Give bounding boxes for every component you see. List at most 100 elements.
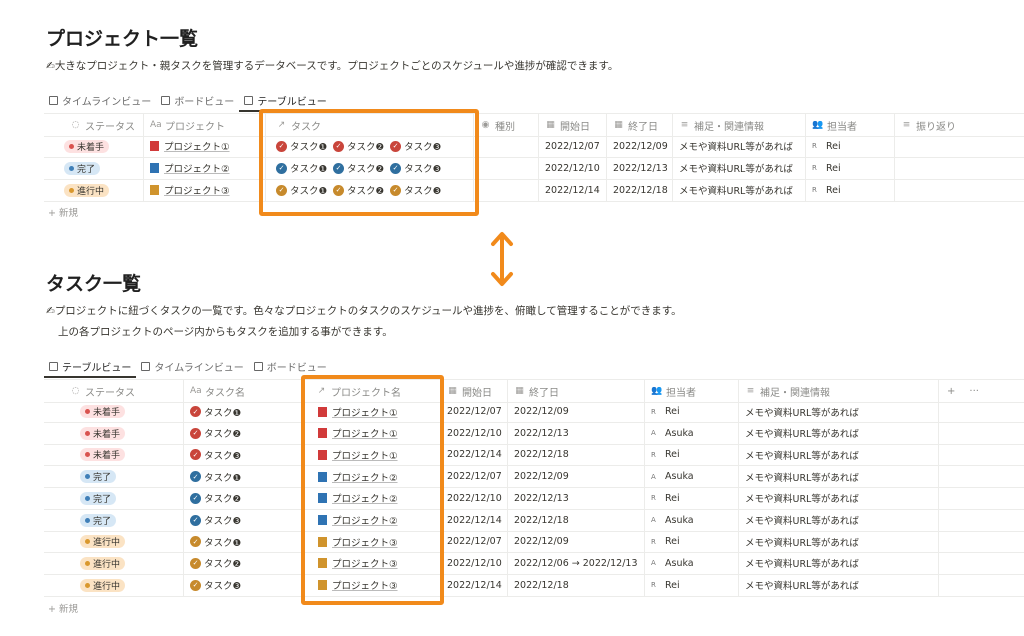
type-cell[interactable]	[474, 135, 539, 157]
review-cell[interactable]	[895, 179, 1024, 201]
task-link[interactable]: ✓ タスク❸	[190, 448, 241, 462]
owner-chip[interactable]: A Asuka	[651, 428, 694, 439]
column-review[interactable]: ≡ 振り返り	[895, 114, 1024, 136]
note-cell[interactable]: メモや資料URL等があれば	[739, 466, 939, 488]
column-owner[interactable]: 👥 担当者	[806, 114, 895, 136]
start-date[interactable]: 2022/12/10	[441, 422, 508, 444]
end-date[interactable]: 2022/12/09	[607, 135, 673, 157]
owner-chip[interactable]: R Rei	[812, 163, 841, 174]
task-link[interactable]: ✓ タスク❸	[190, 578, 241, 592]
table-row[interactable]: 未着手 プロジェクト① ✓ タスク❶ ✓ タスク❷ ✓ タスク❸ 2022/12/07…	[44, 135, 1024, 158]
column-owner[interactable]: 👥 担当者	[645, 380, 739, 402]
column-status[interactable]: ◌ ステータス	[44, 380, 184, 402]
status-badge[interactable]: 完了	[80, 513, 117, 527]
status-badge[interactable]: 完了	[64, 161, 101, 175]
note-cell[interactable]: メモや資料URL等があれば	[739, 509, 939, 531]
table-row[interactable]: 完了 プロジェクト② ✓ タスク❶ ✓ タスク❷ ✓ タスク❸ 2022/12/10 …	[44, 157, 1024, 180]
owner-chip[interactable]: A Asuka	[651, 471, 694, 482]
note-cell[interactable]: メモや資料URL等があれば	[739, 574, 939, 596]
column-note[interactable]: ≡ 補足・関連情報	[739, 380, 939, 402]
tab-board[interactable]: ボードビュー	[249, 356, 332, 376]
table-row[interactable]: 未着手 ✓ タスク❷ プロジェクト① 2022/12/10 2022/12/13 A Asuk…	[44, 422, 1024, 445]
status-badge[interactable]: 進行中	[64, 183, 110, 197]
tab-timeline[interactable]: タイムラインビュー	[136, 356, 248, 376]
table-row[interactable]: 進行中 ✓ タスク❸ プロジェクト③ 2022/12/14 2022/12/18 R Rei メ…	[44, 574, 1024, 597]
add-column-button[interactable]: +	[947, 386, 955, 397]
new-row-button[interactable]: + 新規	[48, 601, 78, 615]
type-cell[interactable]	[474, 157, 539, 179]
status-badge[interactable]: 未着手	[80, 448, 126, 462]
owner-chip[interactable]: A Asuka	[651, 515, 694, 526]
status-badge[interactable]: 未着手	[64, 139, 110, 153]
end-date[interactable]: 2022/12/13	[607, 157, 673, 179]
status-badge[interactable]: 未着手	[80, 405, 126, 418]
owner-chip[interactable]: R Rei	[651, 493, 680, 504]
start-date[interactable]: 2022/12/07	[441, 466, 508, 488]
start-date[interactable]: 2022/12/10	[441, 487, 508, 509]
note-cell[interactable]: メモや資料URL等があれば	[739, 531, 939, 553]
column-end[interactable]: ▦ 終了日	[607, 114, 673, 136]
start-date[interactable]: 2022/12/07	[441, 531, 508, 553]
review-cell[interactable]	[895, 135, 1024, 157]
owner-chip[interactable]: A Asuka	[651, 558, 694, 569]
status-badge[interactable]: 未着手	[80, 426, 126, 440]
table-row[interactable]: 進行中 ✓ タスク❶ プロジェクト③ 2022/12/07 2022/12/09 R Rei メ…	[44, 531, 1024, 554]
project-link[interactable]: プロジェクト①	[164, 139, 230, 153]
owner-chip[interactable]: R Rei	[651, 536, 680, 547]
column-status[interactable]: ◌ ステータス	[44, 114, 144, 136]
note-cell[interactable]: メモや資料URL等があれば	[739, 401, 939, 422]
task-link[interactable]: ✓ タスク❸	[190, 513, 241, 527]
column-note[interactable]: ≡ 補足・関連情報	[673, 114, 806, 136]
note-cell[interactable]: メモや資料URL等があれば	[673, 135, 806, 157]
end-date[interactable]: 2022/12/13	[508, 487, 645, 509]
start-date[interactable]: 2022/12/07	[539, 135, 607, 157]
end-date[interactable]: 2022/12/09	[508, 401, 645, 422]
table-row[interactable]: 進行中 プロジェクト③ ✓ タスク❶ ✓ タスク❷ ✓ タスク❸ 2022/12/14…	[44, 179, 1024, 202]
review-cell[interactable]	[895, 157, 1024, 179]
task-link[interactable]: ✓ タスク❶	[190, 470, 241, 484]
task-link[interactable]: ✓ タスク❶	[190, 405, 241, 419]
column-start[interactable]: ▦ 開始日	[539, 114, 607, 136]
task-link[interactable]: ✓ タスク❶	[190, 535, 241, 549]
status-badge[interactable]: 完了	[80, 470, 117, 484]
table-row[interactable]: 進行中 ✓ タスク❷ プロジェクト③ 2022/12/10 2022/12/06 → 20…	[44, 552, 1024, 575]
end-date[interactable]: 2022/12/18	[607, 179, 673, 201]
start-date[interactable]: 2022/12/14	[441, 574, 508, 596]
end-date[interactable]: 2022/12/06 → 2022/12/13	[508, 552, 645, 574]
column-project[interactable]: Aa プロジェクト	[144, 114, 266, 136]
table-row[interactable]: 完了 ✓ タスク❷ プロジェクト② 2022/12/10 2022/12/13 R Rei メモ…	[44, 487, 1024, 510]
task-link[interactable]: ✓ タスク❷	[190, 491, 241, 505]
start-date[interactable]: 2022/12/14	[539, 179, 607, 201]
note-cell[interactable]: メモや資料URL等があれば	[739, 422, 939, 444]
start-date[interactable]: 2022/12/14	[441, 509, 508, 531]
status-badge[interactable]: 進行中	[80, 578, 126, 592]
start-date[interactable]: 2022/12/14	[441, 444, 508, 466]
tab-board[interactable]: ボードビュー	[156, 90, 239, 110]
end-date[interactable]: 2022/12/13	[508, 422, 645, 444]
note-cell[interactable]: メモや資料URL等があれば	[739, 552, 939, 574]
end-date[interactable]: 2022/12/09	[508, 531, 645, 553]
column-type[interactable]: ◉ 種別	[474, 114, 539, 136]
table-row[interactable]: 未着手 ✓ タスク❸ プロジェクト① 2022/12/14 2022/12/18 R Rei メ…	[44, 444, 1024, 467]
project-link[interactable]: プロジェクト③	[164, 183, 230, 197]
column-task-name[interactable]: Aa タスク名	[184, 380, 302, 402]
start-date[interactable]: 2022/12/07	[441, 401, 508, 422]
note-cell[interactable]: メモや資料URL等があれば	[673, 179, 806, 201]
note-cell[interactable]: メモや資料URL等があれば	[673, 157, 806, 179]
end-date[interactable]: 2022/12/18	[508, 509, 645, 531]
project-link[interactable]: プロジェクト②	[164, 161, 230, 175]
table-row[interactable]: 未着手 ✓ タスク❶ プロジェクト① 2022/12/07 2022/12/09 R Rei メ…	[44, 401, 1024, 423]
tab-timeline[interactable]: タイムラインビュー	[44, 90, 156, 110]
start-date[interactable]: 2022/12/10	[441, 552, 508, 574]
note-cell[interactable]: メモや資料URL等があれば	[739, 487, 939, 509]
status-badge[interactable]: 進行中	[80, 556, 126, 570]
owner-chip[interactable]: R Rei	[812, 185, 841, 196]
task-link[interactable]: ✓ タスク❷	[190, 556, 241, 570]
owner-chip[interactable]: R Rei	[651, 406, 680, 417]
tab-table[interactable]: テーブルビュー	[44, 356, 137, 378]
table-row[interactable]: 完了 ✓ タスク❸ プロジェクト② 2022/12/14 2022/12/18 A Asuka…	[44, 509, 1024, 532]
start-date[interactable]: 2022/12/10	[539, 157, 607, 179]
owner-chip[interactable]: R Rei	[812, 141, 841, 152]
owner-chip[interactable]: R Rei	[651, 449, 680, 460]
new-row-button[interactable]: + 新規	[48, 205, 78, 219]
